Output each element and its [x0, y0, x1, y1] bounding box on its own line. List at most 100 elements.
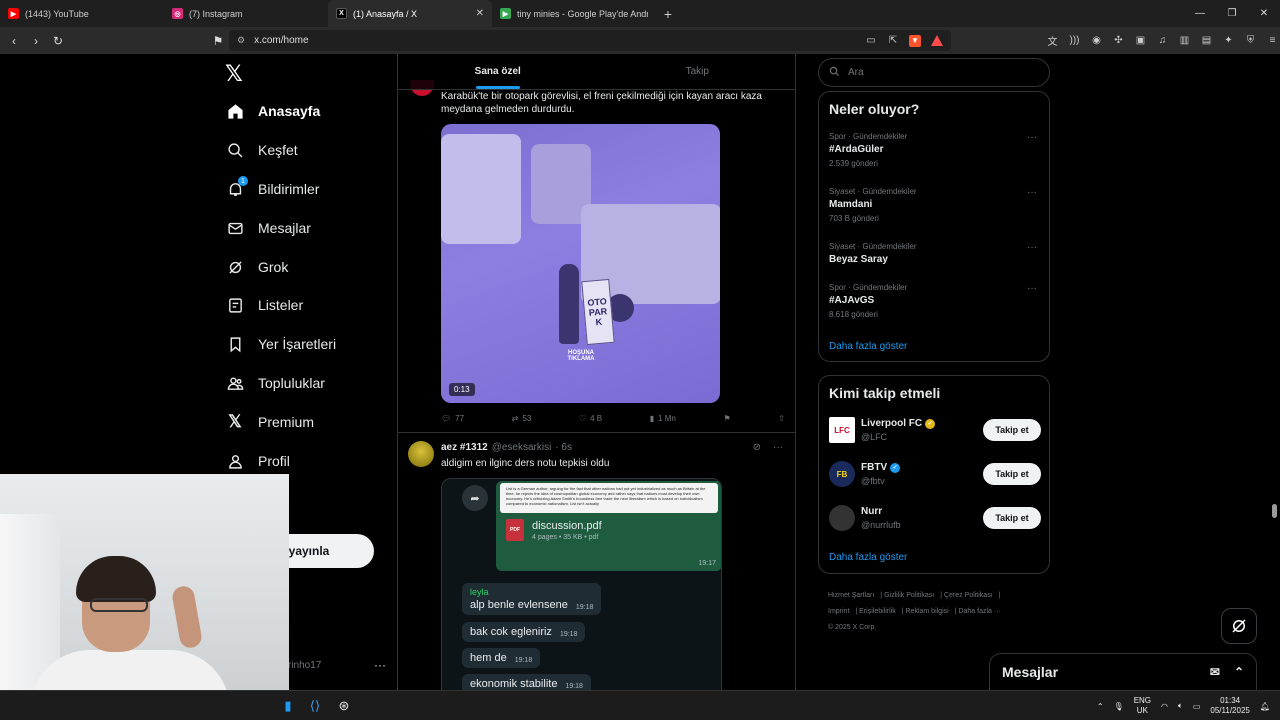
wallet-icon[interactable]: ▤	[1200, 34, 1213, 47]
like-button[interactable]: ♡ 4 B	[579, 414, 602, 423]
post-video[interactable]: OTO PARK HOŞUNA TIKLAMA 0:13	[441, 124, 720, 403]
clock[interactable]: 01:34 05/11/2025	[1210, 696, 1249, 716]
tab-youtube[interactable]: ▶ (1443) YouTube	[0, 0, 164, 27]
trend-item[interactable]: Siyaset · Gündemdekiler Mamdani 703 B gö…	[829, 187, 1041, 223]
back-icon[interactable]: ‹	[6, 33, 22, 49]
vscode-icon[interactable]: ⟨⟩	[305, 696, 325, 716]
messages-drawer[interactable]: Mesajlar ✉ ⌃	[989, 653, 1257, 691]
nav-notifications[interactable]: 1 Bildirimler	[226, 176, 319, 198]
vpn-icon[interactable]: ⛨	[1244, 34, 1257, 47]
minimize-icon[interactable]: —	[1184, 8, 1216, 19]
suggested-account[interactable]: FB FBTV ✓ @fbtv Takip et	[829, 458, 1041, 490]
volume-icon[interactable]: 🔈︎	[1178, 701, 1183, 711]
footer-link[interactable]: Reklam bilgisi	[906, 608, 949, 615]
steam-icon[interactable]: ⊛	[334, 696, 354, 716]
follow-button[interactable]: Takip et	[983, 419, 1041, 441]
puzzle-icon[interactable]: ✣	[1112, 34, 1125, 47]
nav-messages[interactable]: Mesajlar	[226, 219, 311, 237]
tab-instagram[interactable]: ◎ (7) Instagram	[164, 0, 328, 27]
taskbar-app-icon[interactable]: ▮	[278, 696, 298, 716]
translate-icon[interactable]: 文	[1046, 34, 1059, 48]
post-image-chat-screenshot[interactable]: ➦ List is a German author, arguing for t…	[441, 478, 722, 690]
nav-home[interactable]: Anasayfa	[226, 102, 320, 120]
who-show-more-link[interactable]: Daha fazla göster	[829, 552, 907, 563]
cast-icon[interactable]: ▭	[865, 35, 877, 47]
follow-button[interactable]: Takip et	[983, 463, 1041, 485]
search-input[interactable]	[848, 67, 1028, 78]
nav-profile[interactable]: Profil	[226, 452, 290, 470]
maximize-icon[interactable]: ❐	[1216, 8, 1248, 19]
trend-more-icon[interactable]: ···	[1027, 187, 1037, 198]
brave-shields-icon[interactable]: ▼	[909, 34, 921, 47]
footer-link[interactable]: Çerez Politikası	[944, 592, 993, 599]
bookmark-page-icon[interactable]: ⚑	[210, 33, 226, 49]
footer-link[interactable]: Hizmet Şartları	[828, 592, 874, 599]
microphone-icon[interactable]: 🎙︎	[1114, 702, 1124, 711]
tab-for-you[interactable]: Sana özel	[398, 54, 598, 89]
post-time[interactable]: · 6s	[555, 442, 572, 453]
suggested-account[interactable]: LFC Liverpool FC ✓ @LFC Takip et	[829, 414, 1041, 446]
menu-icon[interactable]: ≡	[1266, 34, 1279, 47]
trend-more-icon[interactable]: ···	[1027, 283, 1037, 294]
expand-icon[interactable]: ⌃	[1234, 665, 1244, 679]
share-post-button[interactable]: ⇧	[778, 414, 785, 423]
close-tab-icon[interactable]: ✕	[476, 8, 484, 19]
tab-x-home[interactable]: X (1) Anasayfa / X ✕	[328, 0, 492, 27]
reply-button[interactable]: 💬︎ 77	[441, 414, 464, 423]
account-more-icon[interactable]: ···	[374, 658, 386, 672]
nav-explore[interactable]: Keşfet	[226, 141, 298, 159]
bookmark-post-button[interactable]: ⚑	[724, 414, 731, 423]
scrollbar-thumb[interactable]	[1272, 504, 1277, 518]
nav-communities[interactable]: Topluluklar	[226, 374, 325, 392]
new-tab-button[interactable]: +	[656, 0, 680, 27]
footer-link[interactable]: Erişilebilirlik	[859, 608, 896, 615]
audio-ext-icon[interactable]: )))	[1068, 34, 1081, 47]
wifi-icon[interactable]: ◠	[1161, 702, 1168, 711]
site-info-icon[interactable]: ⚙	[237, 35, 245, 46]
extension-icon[interactable]: ◉	[1090, 34, 1103, 47]
new-message-icon[interactable]: ✉	[1210, 665, 1220, 679]
notification-center-icon[interactable]: 🔔︎	[1260, 702, 1270, 711]
nav-grok[interactable]: Grok	[226, 258, 288, 276]
nav-bookmarks[interactable]: Yer İşaretleri	[226, 335, 336, 353]
screenshot-icon[interactable]: ▣	[1134, 34, 1147, 47]
trends-show-more-link[interactable]: Daha fazla göster	[829, 341, 907, 352]
nav-lists[interactable]: Listeler	[226, 296, 303, 314]
tray-overflow-icon[interactable]: ⌃	[1097, 702, 1104, 711]
author-handle[interactable]: @eseksarkisi	[492, 442, 552, 453]
repost-button[interactable]: ⇄ 53	[512, 414, 532, 423]
post-more-icon[interactable]: ···	[773, 442, 783, 453]
reload-icon[interactable]: ↻	[50, 33, 66, 49]
music-icon[interactable]: ♫	[1156, 34, 1169, 47]
battery-icon[interactable]: ▭	[1193, 702, 1201, 711]
brave-rewards-icon[interactable]	[931, 35, 943, 46]
x-logo-icon[interactable]: 𝕏	[225, 62, 243, 87]
sidebar-icon[interactable]: ▥	[1178, 34, 1191, 47]
footer-link[interactable]: Gizlilik Politikası	[884, 592, 934, 599]
trend-more-icon[interactable]: ···	[1027, 242, 1037, 253]
share-icon[interactable]: ⇱	[887, 35, 899, 47]
url-field[interactable]: ⚙ x.com/home ▭ ⇱ ▼	[229, 30, 951, 51]
author-name[interactable]: aez #1312	[441, 442, 488, 453]
footer-link[interactable]: Daha fazla ···	[958, 608, 1000, 615]
search-box[interactable]	[818, 58, 1050, 87]
views-button[interactable]: ▮ 1 Mn	[650, 414, 676, 423]
leo-ai-icon[interactable]: ✦	[1222, 34, 1235, 47]
trend-item[interactable]: Siyaset · Gündemdekiler Beyaz Saray ···	[829, 242, 1041, 265]
footer-link[interactable]: Imprint	[828, 608, 849, 615]
trend-item[interactable]: Spor · Gündemdekiler #ArdaGüler 2.539 gö…	[829, 132, 1041, 168]
suggested-account[interactable]: Nurr @nurrlufb Takip et	[829, 502, 1041, 534]
trend-more-icon[interactable]: ···	[1027, 132, 1037, 143]
tab-following[interactable]: Takip	[598, 54, 796, 89]
follow-button[interactable]: Takip et	[983, 507, 1041, 529]
avatar[interactable]	[408, 441, 434, 467]
trend-item[interactable]: Spor · Gündemdekiler #AJAvGS 8.618 gönde…	[829, 283, 1041, 319]
grok-floating-button[interactable]	[1221, 608, 1257, 644]
close-window-icon[interactable]: ✕	[1248, 8, 1280, 19]
nav-premium[interactable]: 𝕏 Premium	[226, 412, 314, 431]
tab-google-play[interactable]: ▶ tiny minies - Google Play'de Android	[492, 0, 656, 27]
page-scrollbar[interactable]	[1270, 54, 1280, 690]
forward-icon[interactable]: ›	[28, 33, 44, 49]
grok-explain-icon[interactable]: ⊘	[753, 442, 761, 453]
language-indicator[interactable]: ENG UK	[1134, 696, 1151, 716]
